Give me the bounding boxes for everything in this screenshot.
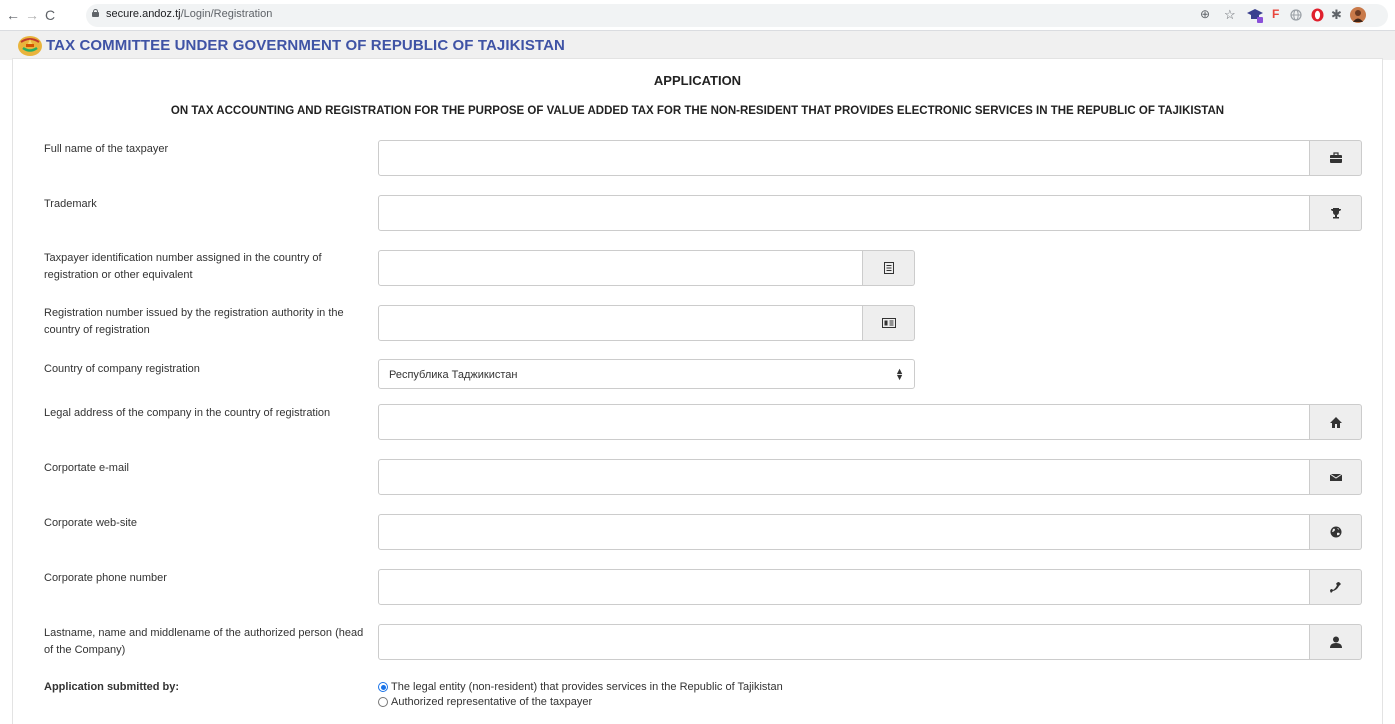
- full-name-input[interactable]: [378, 140, 1310, 176]
- trophy-icon: [1330, 208, 1341, 219]
- website-input[interactable]: [378, 514, 1310, 550]
- phone-icon: [1330, 581, 1341, 593]
- briefcase-icon: [1329, 152, 1342, 163]
- legal-address-addon: [1310, 404, 1362, 440]
- home-icon: [1329, 416, 1342, 428]
- address-bar[interactable]: [86, 4, 1388, 27]
- country-label: Country of company registration: [44, 363, 200, 375]
- user-icon: [1329, 636, 1342, 648]
- extensions-puzzle-icon[interactable]: ✱: [1331, 7, 1342, 23]
- lock-icon: [92, 9, 99, 17]
- globe-icon: [1330, 526, 1341, 538]
- full-name-addon: [1310, 140, 1362, 176]
- opera-icon[interactable]: [1311, 8, 1324, 22]
- list-icon: [883, 262, 894, 274]
- phone-input[interactable]: [378, 569, 1310, 605]
- email-addon: [1310, 459, 1362, 495]
- phone-addon: [1310, 569, 1362, 605]
- extension-globe-icon[interactable]: [1290, 9, 1302, 21]
- full-name-label: Full name of the taxpayer: [44, 143, 169, 155]
- authorized-person-input[interactable]: [378, 624, 1310, 660]
- submitted-by-label: Application submitted by:: [44, 681, 180, 693]
- form-title: APPLICATION: [653, 73, 742, 88]
- country-select[interactable]: Республика Таджикистан ▲ ▼: [378, 359, 915, 389]
- back-arrow-icon[interactable]: ←: [6, 7, 20, 23]
- url-path: /Login/Registration: [180, 8, 273, 20]
- trademark-addon: [1310, 195, 1362, 231]
- envelope-icon: [1329, 473, 1342, 481]
- reg-number-input[interactable]: [378, 305, 863, 341]
- legal-address-input[interactable]: [378, 404, 1310, 440]
- form-subtitle: ON TAX ACCOUNTING AND REGISTRATION FOR T…: [170, 105, 1225, 117]
- zoom-icon[interactable]: ⊕: [1200, 7, 1210, 21]
- trademark-input[interactable]: [378, 195, 1310, 231]
- site-header: TAX COMMITTEE UNDER GOVERNMENT OF REPUBL…: [0, 31, 1395, 60]
- email-label: Corportate e-mail: [44, 462, 129, 474]
- authorized-person-addon: [1310, 624, 1362, 660]
- phone-label: Corporate phone number: [44, 572, 167, 584]
- option-label: Authorized representative of the taxpaye…: [391, 696, 593, 708]
- extension-graduation-cap-icon[interactable]: [1246, 8, 1264, 23]
- browser-toolbar: ← → C secure.andoz.tj/Login/Registration…: [0, 0, 1395, 31]
- trademark-label: Trademark: [44, 198, 97, 210]
- website-addon: [1310, 514, 1362, 550]
- submitted-by-option-legal-entity[interactable]: The legal entity (non-resident) that pro…: [378, 680, 783, 694]
- id-card-icon: [881, 318, 896, 328]
- tin-addon: [863, 250, 915, 286]
- forward-arrow-icon[interactable]: →: [25, 7, 39, 23]
- reload-icon[interactable]: C: [45, 7, 55, 23]
- option-label: The legal entity (non-resident) that pro…: [391, 681, 783, 693]
- radio-button[interactable]: [378, 697, 388, 707]
- profile-avatar-icon[interactable]: [1350, 7, 1366, 23]
- emblem-logo-icon: [18, 36, 42, 56]
- url-text[interactable]: secure.andoz.tj/Login/Registration: [106, 8, 272, 20]
- country-selected-value: Республика Таджикистан: [389, 369, 518, 381]
- reg-number-label: Registration number issued by the regist…: [44, 307, 344, 336]
- email-input[interactable]: [378, 459, 1310, 495]
- url-host: secure.andoz.tj: [106, 8, 181, 20]
- reg-number-addon: [863, 305, 915, 341]
- site-title: TAX COMMITTEE UNDER GOVERNMENT OF REPUBL…: [46, 37, 565, 54]
- extension-f-icon[interactable]: F: [1272, 7, 1279, 21]
- submitted-by-option-representative[interactable]: Authorized representative of the taxpaye…: [378, 695, 592, 709]
- tin-input[interactable]: [378, 250, 863, 286]
- tin-label: Taxpayer identification number assigned …: [44, 252, 322, 281]
- radio-button-checked[interactable]: [378, 682, 388, 692]
- legal-address-label: Legal address of the company in the coun…: [44, 407, 331, 419]
- website-label: Corporate web-site: [44, 517, 137, 529]
- authorized-person-label: Lastname, name and middlename of the aut…: [44, 627, 364, 656]
- select-updown-icon: ▲ ▼: [895, 366, 904, 382]
- bookmark-star-icon[interactable]: ☆: [1224, 7, 1236, 23]
